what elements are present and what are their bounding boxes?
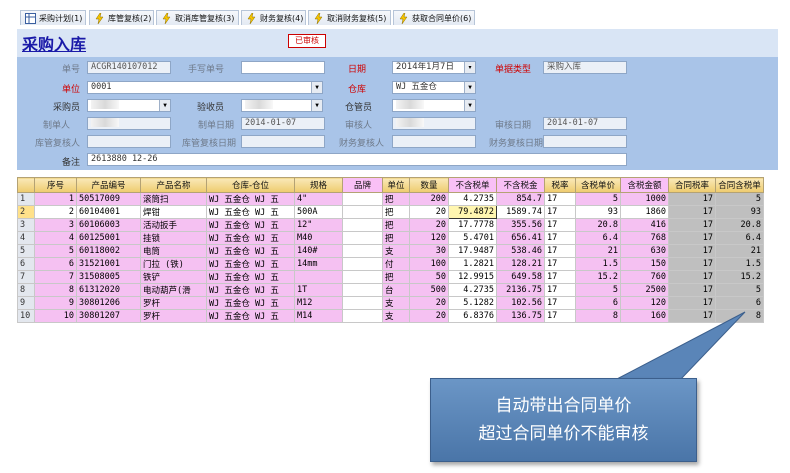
callout-line-2: 超过合同单价不能审核: [478, 424, 649, 444]
callout-line-1: 自动带出合同单价: [495, 396, 632, 416]
callout-box: 自动带出合同单价 超过合同单价不能审核: [430, 378, 697, 462]
